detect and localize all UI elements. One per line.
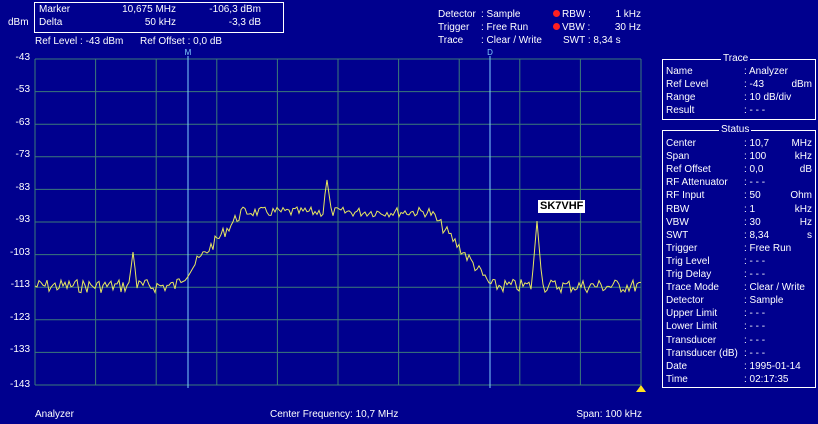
panel-row-unit: Hz xyxy=(799,216,812,228)
panel-row-value: : - - - xyxy=(744,334,766,346)
panel-row-value: : - - - xyxy=(744,105,766,117)
panel-row-value: : Analyzer xyxy=(744,66,788,77)
plot-grid xyxy=(34,58,642,386)
panel-row-label: Time xyxy=(666,373,688,385)
panel-row-label: Lower Limit xyxy=(666,321,718,333)
panel-row-unit: dBm xyxy=(791,79,812,91)
panel-row-unit: s xyxy=(807,229,812,241)
panel-row-value: : 100 xyxy=(744,151,767,163)
panel-row-value: : 02:17:35 xyxy=(744,373,789,385)
panel-row-label: Transducer (dB) xyxy=(666,347,738,359)
panel-row-label: Detector xyxy=(666,295,704,307)
panel-row-value: : - - - xyxy=(744,255,766,267)
panel-row-label: Ref Level xyxy=(666,79,709,91)
panel-row-label: Upper Limit xyxy=(666,308,718,320)
panel-row-label: RF Input xyxy=(666,190,705,202)
trace-panel: Trace Name : Analyzer Ref Level : -43 dBm Ran… xyxy=(662,52,816,120)
panel-row-value: : - - - xyxy=(744,177,766,189)
footer-span: Span: 100 kHz xyxy=(576,409,642,420)
panel-row-label: Date xyxy=(666,360,688,372)
panel-row-value: : - - - xyxy=(744,347,766,359)
panel-row-label: Transducer xyxy=(666,334,717,346)
panel-row-value: : Sample xyxy=(744,295,784,307)
panel-row-value: : Free Run xyxy=(744,242,792,254)
trace-panel-title: Trace xyxy=(721,52,751,65)
panel-row-value: : -43 xyxy=(744,79,765,91)
panel-row-label: RF Attenuator xyxy=(666,177,728,189)
panel-row-value: : 8,34 xyxy=(744,229,770,241)
panel-row-value: : - - - xyxy=(744,321,766,333)
panel-row-unit: kHz xyxy=(794,151,812,163)
panel-row-value: : 1 xyxy=(744,203,756,215)
panel-row-label: Result xyxy=(666,105,695,117)
panel-row-value: : 50 xyxy=(744,190,761,202)
panel-row-unit: MHz xyxy=(791,138,812,149)
station-tag: SK7VHF xyxy=(538,200,586,213)
panel-row-label: SWT xyxy=(666,229,689,241)
panel-row-label: VBW xyxy=(666,216,689,228)
panel-row-value: : 30 xyxy=(744,216,761,228)
panel-row-label: Trace Mode xyxy=(666,282,719,294)
panel-row-label: Trig Delay xyxy=(666,269,712,280)
panel-row-value: : Clear / Write xyxy=(744,282,805,294)
panel-row-value: : 1995-01-14 xyxy=(744,360,801,372)
delta-marker-symbol: D xyxy=(487,48,493,57)
panel-row-value: : 10 dB/div xyxy=(744,92,792,104)
panel-row-unit: Ohm xyxy=(790,190,812,202)
status-panel: Status Center : 10,7 MHz Span : 100 kHz Ref Of… xyxy=(662,123,816,388)
ref-arrow-icon xyxy=(636,385,646,392)
marker-symbol: M xyxy=(185,48,192,57)
panel-row-value: : - - - xyxy=(744,269,766,280)
panel-row-label: Span xyxy=(666,151,690,163)
footer-mode: Analyzer xyxy=(35,409,74,420)
panel-row-label: Trig Level xyxy=(666,255,710,267)
footer-center-frequency: Center Frequency: 10,7 MHz xyxy=(270,409,399,420)
panel-row-value: : 0,0 xyxy=(744,164,764,176)
panel-row-unit: dB xyxy=(799,164,812,176)
panel-row-unit: kHz xyxy=(794,203,812,215)
panel-row-label: Trigger xyxy=(666,242,698,254)
panel-row-label: Name xyxy=(666,66,693,77)
panel-row-label: Range xyxy=(666,92,696,104)
panel-row-label: Center xyxy=(666,138,697,149)
status-panel-title: Status xyxy=(719,123,752,136)
panel-row-value: : - - - xyxy=(744,308,766,320)
spectrum-analyzer-screen: { "header": { "dbm_unit": "dBm", "marker… xyxy=(0,0,818,424)
panel-row-label: Ref Offset xyxy=(666,164,711,176)
panel-row-value: : 10,7 xyxy=(744,138,770,149)
panel-row-label: RBW xyxy=(666,203,690,215)
